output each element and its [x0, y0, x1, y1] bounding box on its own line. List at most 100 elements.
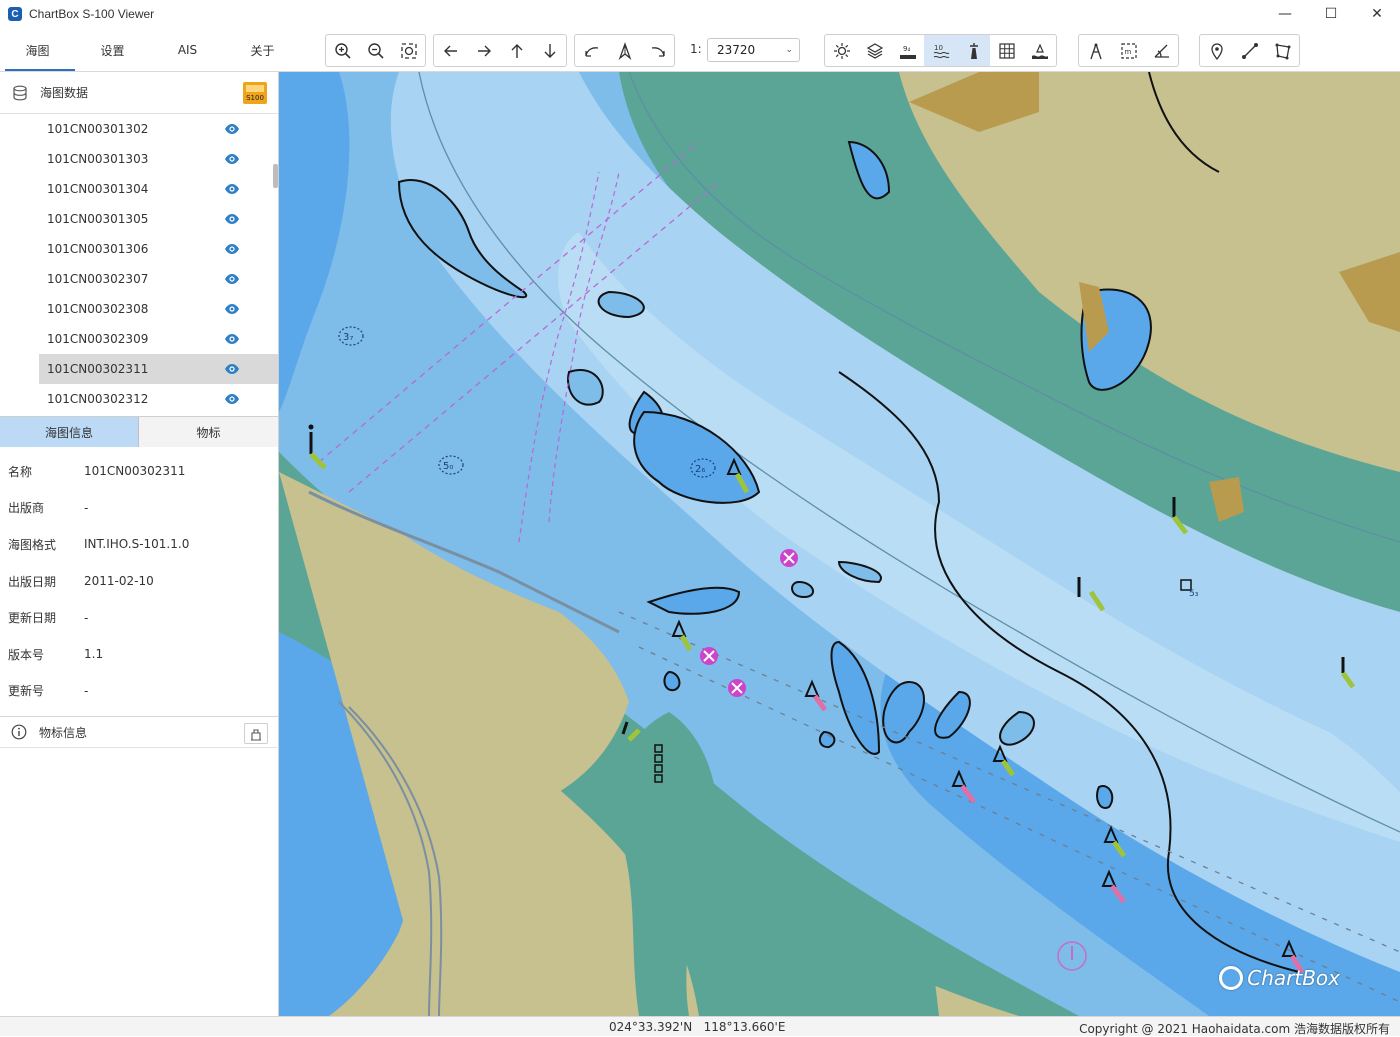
- info-value: -: [84, 500, 89, 515]
- angle-icon[interactable]: [1145, 35, 1178, 66]
- north-up-icon[interactable]: [608, 35, 641, 66]
- info-key: 版本号: [8, 647, 45, 662]
- s100-import-button[interactable]: S100: [243, 82, 267, 104]
- pin-icon[interactable]: [1200, 35, 1233, 66]
- measure-icon[interactable]: m: [1112, 35, 1145, 66]
- polygon-icon[interactable]: [1266, 35, 1299, 66]
- window-title: ChartBox S-100 Viewer: [29, 7, 155, 21]
- compass-icon[interactable]: [1079, 35, 1112, 66]
- info-icon: [11, 724, 27, 740]
- menu-chart[interactable]: 海图: [0, 28, 75, 72]
- info-key: 更新日期: [8, 611, 57, 626]
- eye-icon[interactable]: [224, 363, 240, 375]
- menu-about[interactable]: 关于: [225, 28, 300, 72]
- tab-chart-info[interactable]: 海图信息: [0, 417, 139, 447]
- danger-icon[interactable]: [1023, 35, 1056, 66]
- list-item[interactable]: 101CN00302308: [0, 294, 278, 324]
- menu-ais[interactable]: AIS: [150, 28, 225, 72]
- longitude: 118°13.660'E: [703, 1020, 786, 1034]
- arrow-down-icon[interactable]: [533, 35, 566, 66]
- object-info-title: 物标信息: [39, 725, 88, 740]
- eye-icon[interactable]: [224, 333, 240, 345]
- arrow-up-icon[interactable]: [500, 35, 533, 66]
- pan-group: [433, 34, 567, 67]
- list-item[interactable]: 101CN00302307: [0, 264, 278, 294]
- svg-text:10: 10: [934, 44, 943, 52]
- zoom-group: [325, 34, 426, 67]
- maximize-icon[interactable]: ☐: [1308, 0, 1354, 28]
- info-row: 出版商 -: [0, 490, 279, 527]
- tab-objects[interactable]: 物标: [139, 417, 278, 447]
- scale-select[interactable]: 23720 ⌄: [707, 38, 800, 62]
- layers-icon[interactable]: [858, 35, 891, 66]
- zoom-in-icon[interactable]: [326, 35, 359, 66]
- eye-icon[interactable]: [224, 273, 240, 285]
- info-key: 海图格式: [8, 537, 57, 552]
- s100-badge-label: S100: [246, 94, 264, 102]
- eye-icon[interactable]: [224, 123, 240, 135]
- info-row: 更新号 -: [0, 673, 279, 710]
- menu-settings[interactable]: 设置: [75, 28, 150, 72]
- list-item[interactable]: 101CN00301306: [0, 234, 278, 264]
- arrow-left-icon[interactable]: [434, 35, 467, 66]
- chart-name: 101CN00302309: [47, 332, 149, 346]
- arrow-right-icon[interactable]: [467, 35, 500, 66]
- display-group: 9₄ 10: [824, 34, 1057, 67]
- info-key: 名称: [8, 464, 33, 479]
- list-item[interactable]: 101CN00301302: [0, 114, 278, 144]
- toolbar: 海图 设置 AIS 关于 1: 23720 ⌄ 9₄ 10 m: [0, 28, 1400, 72]
- rotate-right-icon[interactable]: [641, 35, 674, 66]
- list-item[interactable]: 101CN00302312: [0, 384, 278, 414]
- eye-icon[interactable]: [224, 393, 240, 405]
- brightness-icon[interactable]: [825, 35, 858, 66]
- rotate-left-icon[interactable]: [575, 35, 608, 66]
- clear-button[interactable]: [244, 723, 268, 744]
- chartbox-logo-icon: [1219, 966, 1244, 990]
- list-item-selected[interactable]: 101CN00302311: [39, 354, 278, 384]
- close-icon[interactable]: ✕: [1354, 0, 1400, 28]
- title-bar: C ChartBox S-100 Viewer — ☐ ✕: [0, 0, 1400, 28]
- wreck-icon[interactable]: [700, 647, 718, 665]
- chart-name: 101CN00302308: [47, 302, 149, 316]
- svg-text:m: m: [1124, 48, 1131, 56]
- chart-name: 101CN00301304: [47, 182, 149, 196]
- info-value: 101CN00302311: [84, 464, 186, 479]
- eye-icon[interactable]: [224, 243, 240, 255]
- minimize-icon[interactable]: —: [1262, 0, 1308, 28]
- depth-icon[interactable]: 9₄: [891, 35, 924, 66]
- cursor-coordinates: 024°33.392'N 118°13.660'E: [609, 1020, 785, 1034]
- info-value: INT.IHO.S-101.1.0: [84, 537, 190, 552]
- svg-text:9₄: 9₄: [903, 45, 910, 53]
- object-info-header: 物标信息: [0, 716, 279, 748]
- grid-icon[interactable]: [990, 35, 1023, 66]
- chart-name: 101CN00301305: [47, 212, 149, 226]
- depth-label-icon[interactable]: 10: [924, 35, 957, 66]
- list-item[interactable]: 101CN00301305: [0, 204, 278, 234]
- nautical-chart[interactable]: 3₇ 5₀ 2₆ 5₃: [279, 72, 1400, 1016]
- eye-icon[interactable]: [224, 153, 240, 165]
- list-item[interactable]: 101CN00301303: [0, 144, 278, 174]
- lighthouse-icon[interactable]: [957, 35, 990, 66]
- zoom-fit-icon[interactable]: [392, 35, 425, 66]
- line-icon[interactable]: [1233, 35, 1266, 66]
- app-icon: C: [8, 7, 22, 21]
- list-item[interactable]: 101CN00302309: [0, 324, 278, 354]
- main-menu: 海图 设置 AIS 关于: [0, 28, 300, 72]
- eye-icon[interactable]: [224, 213, 240, 225]
- info-row: 更新日期 -: [0, 599, 279, 636]
- sounding-label: 3₇: [343, 332, 353, 343]
- info-row: 海图格式 INT.IHO.S-101.1.0: [0, 526, 279, 563]
- left-panel: 海图数据 S100 101CN00301302 101CN00301303 10…: [0, 72, 279, 1016]
- chart-map[interactable]: 3₇ 5₀ 2₆ 5₃ ChartBox: [279, 72, 1400, 1016]
- list-scrollbar[interactable]: [273, 164, 278, 188]
- list-item[interactable]: 101CN00301304: [0, 174, 278, 204]
- measure-group: m: [1078, 34, 1179, 67]
- zoom-out-icon[interactable]: [359, 35, 392, 66]
- scale-prefix: 1:: [690, 42, 702, 56]
- eye-icon[interactable]: [224, 303, 240, 315]
- wreck-icon[interactable]: [728, 679, 746, 697]
- chart-list: 101CN00301302 101CN00301303 101CN0030130…: [0, 114, 278, 415]
- info-tabs: 海图信息 物标: [0, 416, 279, 447]
- wreck-icon[interactable]: [780, 549, 798, 567]
- eye-icon[interactable]: [224, 183, 240, 195]
